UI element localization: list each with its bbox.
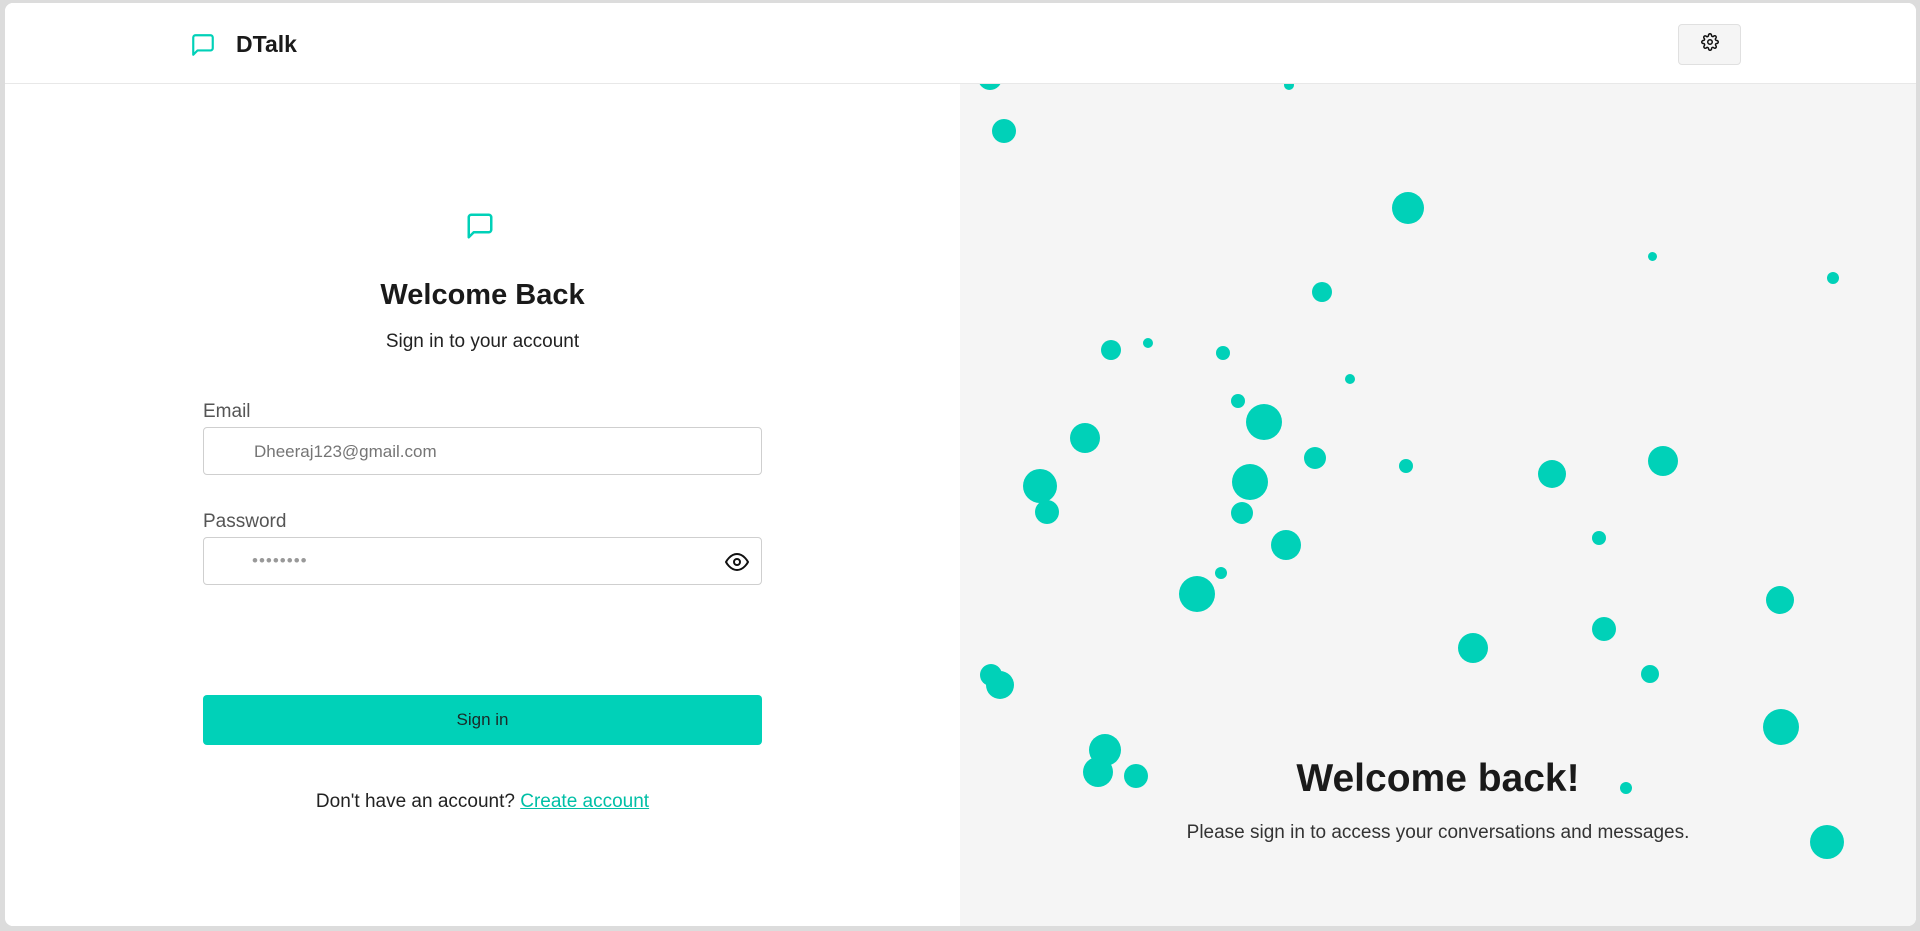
- sign-in-button[interactable]: Sign in: [203, 695, 762, 745]
- brand[interactable]: DTalk: [190, 31, 297, 58]
- decorative-bubble: [1345, 374, 1355, 384]
- decorative-bubble: [1827, 272, 1839, 284]
- no-account-text: Don't have an account?: [315, 791, 515, 812]
- decorative-bubble: [1641, 665, 1659, 683]
- decorative-bubble: [1538, 460, 1566, 488]
- decorative-bubble: [1763, 709, 1799, 745]
- decorative-bubble: [1592, 617, 1616, 641]
- decorative-bubble: [992, 119, 1016, 143]
- decorative-bubble: [1232, 464, 1268, 500]
- decorative-bubble: [1399, 459, 1413, 473]
- decorative-bubble: [1101, 340, 1121, 360]
- message-square-icon: [190, 32, 216, 58]
- navbar: DTalk: [5, 3, 1916, 84]
- decorative-bubble: [1458, 633, 1488, 663]
- decorative-bubble: [1312, 282, 1332, 302]
- app-window: DTalk Welcome Back Sign in to your accou…: [5, 3, 1916, 926]
- decorative-bubble: [1023, 469, 1057, 503]
- password-field[interactable]: ••••••••: [252, 551, 308, 571]
- email-field[interactable]: [252, 428, 696, 476]
- decorative-bubble: [1648, 252, 1657, 261]
- decorative-bubble: [1392, 192, 1424, 224]
- signup-prompt: Don't have an account? Create account: [202, 791, 763, 813]
- decorative-bubble: [978, 84, 1002, 90]
- gear-icon: [1700, 33, 1719, 56]
- login-subtitle: Sign in to your account: [385, 331, 580, 352]
- password-field-box: ••••••••: [203, 537, 762, 585]
- decorative-bubble: [1216, 346, 1230, 360]
- settings-button[interactable]: [1678, 24, 1741, 65]
- decorative-bubble: [1035, 500, 1059, 524]
- decorative-bubble: [1304, 447, 1326, 469]
- password-label: Password: [203, 511, 287, 532]
- eye-icon[interactable]: [725, 550, 749, 574]
- login-panel: Welcome Back Sign in to your account Ema…: [5, 84, 960, 926]
- decorative-bubble: [1246, 404, 1282, 440]
- message-square-icon: [465, 211, 495, 241]
- create-account-link[interactable]: Create account: [520, 791, 649, 812]
- decorative-bubble: [1215, 567, 1227, 579]
- email-label: Email: [203, 401, 251, 422]
- decorative-bubble: [1592, 531, 1606, 545]
- decorative-bubble: [1179, 576, 1215, 612]
- hero-subtitle: Please sign in to access your conversati…: [1186, 822, 1690, 843]
- decorative-bubble: [1648, 446, 1678, 476]
- decorative-bubble: [1271, 530, 1301, 560]
- decorative-bubble: [1070, 423, 1100, 453]
- decorative-bubble: [986, 671, 1014, 699]
- brand-name: DTalk: [236, 31, 297, 57]
- login-title: Welcome Back: [380, 279, 585, 311]
- hero-panel: Welcome back! Please sign in to access y…: [960, 84, 1916, 926]
- decorative-bubble: [1766, 586, 1794, 614]
- decorative-bubble: [1231, 394, 1245, 408]
- hero-title: Welcome back!: [1296, 757, 1580, 800]
- decorative-bubble: [1231, 502, 1253, 524]
- decorative-bubble: [1284, 84, 1294, 90]
- decorative-bubble: [1143, 338, 1153, 348]
- email-field-box: [203, 427, 762, 476]
